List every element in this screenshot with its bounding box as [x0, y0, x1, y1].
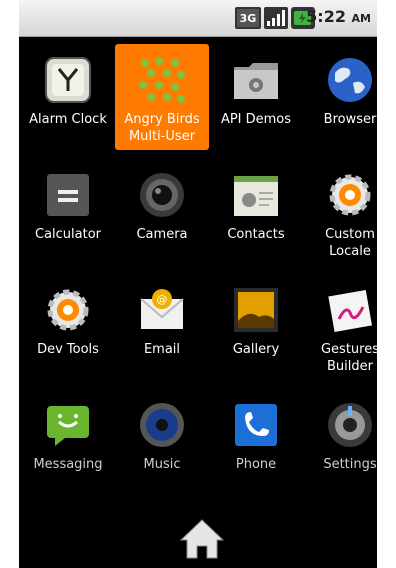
gallery-picture-icon — [234, 288, 278, 332]
app-email[interactable]: @ Email — [115, 274, 209, 380]
contacts-icon — [234, 176, 278, 216]
email-envelope-icon: @ — [140, 289, 184, 329]
app-label: Angry Birds Multi-User — [115, 111, 209, 145]
status-bar: 3G 5:22 AM — [19, 0, 377, 37]
app-label: Messaging — [33, 457, 103, 472]
network-3g-icon: 3G — [235, 7, 261, 29]
home-button-icon[interactable] — [179, 518, 225, 560]
app-angry-birds-multi-user[interactable]: Angry Birds Multi-User — [115, 44, 209, 150]
app-phone[interactable]: Phone — [209, 389, 303, 495]
app-gallery[interactable]: Gallery — [209, 274, 303, 380]
app-label: Settings — [323, 457, 377, 472]
messaging-bubble-icon — [47, 406, 89, 446]
app-browser[interactable]: Browser — [303, 44, 377, 150]
app-label-line2: Multi-User — [128, 129, 196, 144]
app-label: Browser — [323, 112, 377, 127]
angry-birds-icon — [139, 57, 185, 103]
app-label-line1: Custom — [325, 227, 375, 242]
phone-handset-icon — [235, 404, 277, 446]
app-settings[interactable]: Settings — [303, 389, 377, 495]
app-label: Gallery — [232, 342, 280, 357]
app-label-line1: Angry Birds — [124, 112, 200, 127]
app-label: Dev Tools — [37, 342, 99, 357]
app-contacts[interactable]: Contacts — [209, 159, 303, 265]
app-label-line1: Gestures — [320, 342, 377, 357]
camera-icon — [140, 173, 184, 217]
app-label: Gestures Builder — [303, 341, 377, 375]
app-label: Alarm Clock — [29, 112, 107, 127]
app-label: Camera — [136, 227, 188, 242]
svg-text:@: @ — [157, 293, 168, 306]
dev-tools-gear-icon — [47, 289, 89, 331]
app-label: Custom Locale — [303, 226, 377, 260]
app-label-line2: Builder — [327, 359, 373, 374]
launcher-screen: 3G 5:22 AM Alarm Clock Angry Birds Multi… — [19, 0, 377, 568]
clock-ampm: AM — [351, 12, 371, 25]
app-label: Phone — [235, 457, 277, 472]
music-speaker-icon — [140, 403, 184, 447]
app-dev-tools[interactable]: Dev Tools — [21, 274, 115, 380]
app-label: Calculator — [34, 227, 101, 242]
calculator-icon — [47, 174, 89, 216]
app-gestures-builder[interactable]: Gestures Builder — [303, 274, 377, 380]
app-calculator[interactable]: Calculator — [21, 159, 115, 265]
app-label: Music — [143, 457, 181, 472]
app-label: API Demos — [220, 112, 292, 127]
app-alarm-clock[interactable]: Alarm Clock — [21, 44, 115, 150]
clock-hour-minute: 5:22 — [306, 7, 346, 26]
browser-globe-icon — [328, 58, 372, 102]
app-music[interactable]: Music — [115, 389, 209, 495]
app-custom-locale[interactable]: Custom Locale — [303, 159, 377, 265]
api-demos-folder-icon — [234, 63, 278, 99]
alarm-clock-icon — [45, 57, 91, 103]
signal-strength-icon — [264, 7, 288, 29]
app-label: Email — [143, 342, 181, 357]
settings-icon — [328, 403, 372, 447]
app-label-line2: Locale — [329, 244, 371, 259]
clock-time: 5:22 AM — [306, 7, 371, 26]
gestures-builder-icon — [328, 289, 373, 333]
network-label: 3G — [240, 12, 257, 25]
custom-locale-gear-icon — [329, 174, 371, 216]
app-messaging[interactable]: Messaging — [21, 389, 115, 495]
app-label: Contacts — [227, 227, 285, 242]
app-api-demos[interactable]: API Demos — [209, 44, 303, 150]
app-camera[interactable]: Camera — [115, 159, 209, 265]
